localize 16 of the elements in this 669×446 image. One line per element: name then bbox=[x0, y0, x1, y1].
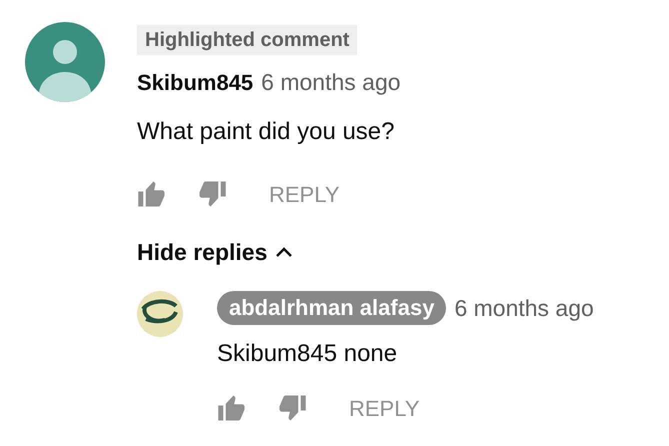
avatar-icon bbox=[25, 22, 105, 102]
reply-button[interactable]: REPLY bbox=[349, 392, 420, 424]
comment-text: What paint did you use? bbox=[137, 116, 394, 146]
author-name[interactable]: abdalrhman alafasy bbox=[217, 291, 446, 326]
thumbs-down-icon[interactable] bbox=[197, 180, 227, 208]
comment-time[interactable]: 6 months ago bbox=[454, 291, 594, 326]
thumbs-up-icon[interactable] bbox=[137, 180, 167, 208]
thumbs-down-icon[interactable] bbox=[277, 394, 307, 422]
comment-text: Skibum845 none bbox=[217, 338, 398, 368]
avatar-icon bbox=[137, 291, 183, 337]
highlighted-label: Highlighted comment bbox=[137, 25, 358, 55]
thumbs-up-icon[interactable] bbox=[217, 394, 247, 422]
hide-replies-toggle[interactable]: Hide replies bbox=[137, 234, 294, 269]
author-name[interactable]: Skibum845 bbox=[137, 66, 254, 99]
comment-time[interactable]: 6 months ago bbox=[261, 65, 401, 100]
reply-button[interactable]: REPLY bbox=[269, 178, 340, 210]
